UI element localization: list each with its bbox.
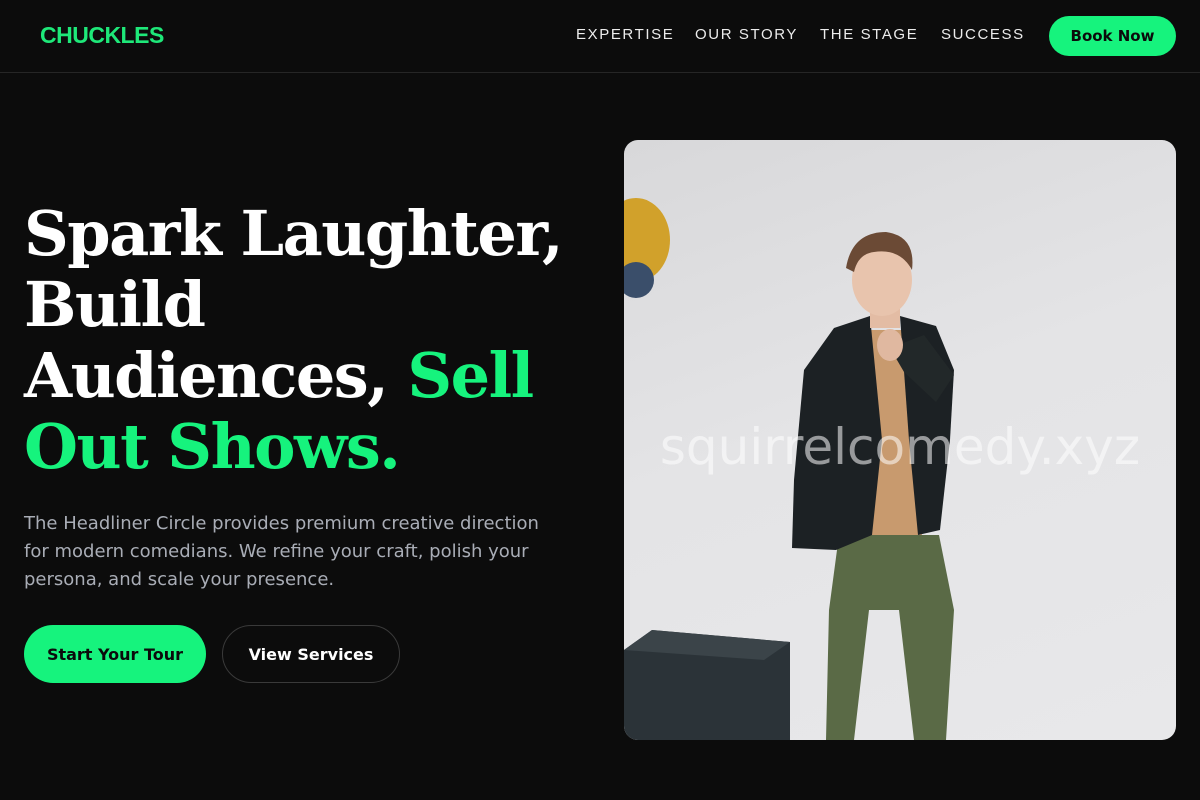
view-services-button[interactable]: View Services xyxy=(222,625,400,683)
book-now-button[interactable]: Book Now xyxy=(1049,16,1176,56)
headline-line-2: Build xyxy=(24,268,206,341)
person-hand xyxy=(877,329,903,361)
start-your-tour-button[interactable]: Start Your Tour xyxy=(24,625,206,683)
brand-logo[interactable]: CHUCKLES xyxy=(40,22,164,49)
nav-link-expertise[interactable]: EXPERTISE xyxy=(576,26,674,43)
hero-description: The Headliner Circle provides premium cr… xyxy=(24,513,539,590)
headline-line-1: Spark Laughter, xyxy=(24,197,564,270)
person-pants xyxy=(826,535,954,740)
hero-headline: Spark Laughter, Build Audiences, Sell Ou… xyxy=(24,198,604,482)
nav-link-success[interactable]: SUCCESS xyxy=(941,26,1025,43)
image-watermark: squirrelcomedy.xyz xyxy=(659,418,1141,476)
headline-accent-sell: Sell xyxy=(407,339,534,412)
site-header: CHUCKLES EXPERTISE OUR STORY THE STAGE S… xyxy=(0,0,1200,73)
headline-accent-out-shows: Out Shows. xyxy=(24,410,401,483)
nav-link-the-stage[interactable]: THE STAGE xyxy=(820,26,918,43)
hero-image: squirrelcomedy.xyz xyxy=(624,140,1176,740)
headline-line-3: Audiences, xyxy=(24,339,389,412)
nav-link-our-story[interactable]: OUR STORY xyxy=(695,26,798,43)
